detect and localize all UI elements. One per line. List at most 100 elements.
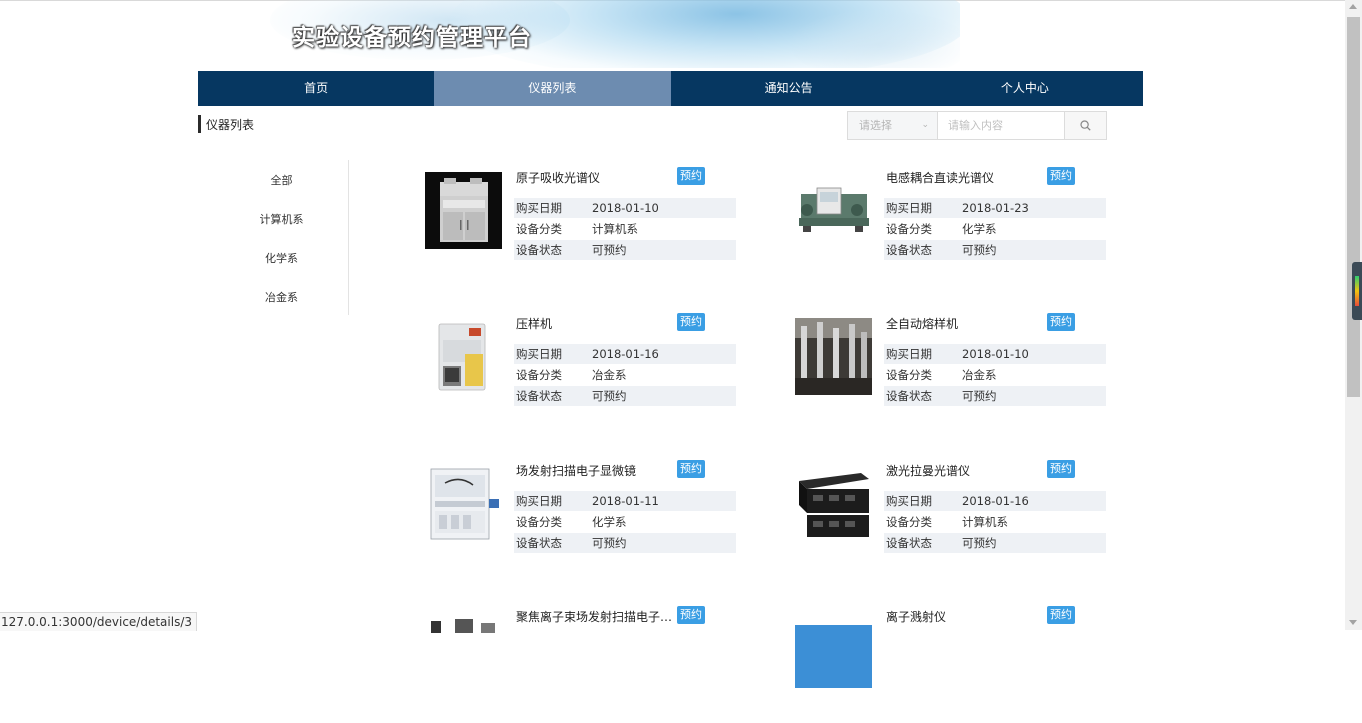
- category-all[interactable]: 全部: [215, 172, 348, 188]
- search-bar: 请选择 ⌄: [847, 111, 1107, 140]
- category-value: 计算机系: [962, 515, 1008, 529]
- device-card: 场发射扫描电子显微镜 预约 购买日期 2018-01-11 设备分类 化学系 设备状…: [425, 460, 737, 577]
- device-name[interactable]: 离子溅射仪: [886, 608, 1044, 625]
- purchase-date-value: 2018-01-23: [962, 201, 1029, 215]
- nav-home[interactable]: 首页: [198, 71, 434, 106]
- purchase-date-value: 2018-01-10: [592, 201, 659, 215]
- device-card: 离子溅射仪 预约: [795, 606, 1107, 723]
- category-row: 设备分类 化学系: [514, 512, 736, 532]
- nav-profile[interactable]: 个人中心: [907, 71, 1143, 106]
- status-label: 设备状态: [516, 536, 562, 550]
- section-title: 仪器列表: [206, 118, 255, 132]
- nav-notices[interactable]: 通知公告: [671, 71, 907, 106]
- status-value: 可预约: [592, 243, 627, 257]
- purchase-date-label: 购买日期: [516, 201, 562, 215]
- device-image[interactable]: [795, 318, 872, 395]
- purchase-date-row: 购买日期 2018-01-16: [514, 344, 736, 364]
- browser-status-url: 127.0.0.1:3000/device/details/3: [0, 612, 197, 631]
- device-name[interactable]: 原子吸收光谱仪: [516, 169, 674, 186]
- book-button[interactable]: 预约: [1047, 460, 1075, 478]
- status-value: 可预约: [962, 389, 997, 403]
- select-placeholder: 请选择: [859, 119, 892, 132]
- device-name[interactable]: 压样机: [516, 315, 674, 332]
- device-name[interactable]: 场发射扫描电子显微镜: [516, 462, 674, 479]
- category-metallurgy[interactable]: 冶金系: [215, 289, 348, 305]
- category-row: 设备分类 化学系: [884, 219, 1106, 239]
- category-label: 设备分类: [516, 515, 562, 529]
- purchase-date-row: 购买日期 2018-01-23: [884, 198, 1106, 218]
- category-sidebar: 全部 计算机系 化学系 冶金系: [215, 160, 349, 315]
- device-name[interactable]: 全自动熔样机: [886, 315, 1044, 332]
- category-label: 设备分类: [886, 368, 932, 382]
- status-value: 可预约: [592, 389, 627, 403]
- purchase-date-label: 购买日期: [886, 347, 932, 361]
- status-label: 设备状态: [886, 389, 932, 403]
- book-button[interactable]: 预约: [677, 313, 705, 331]
- device-card: 压样机 预约 购买日期 2018-01-16 设备分类 冶金系 设备状态 可预约: [425, 313, 737, 430]
- status-row: 设备状态 可预约: [884, 533, 1106, 553]
- book-button[interactable]: 预约: [1047, 167, 1075, 185]
- book-button[interactable]: 预约: [1047, 606, 1075, 624]
- status-row: 设备状态 可预约: [514, 386, 736, 406]
- category-label: 设备分类: [516, 368, 562, 382]
- status-value: 可预约: [962, 243, 997, 257]
- device-image[interactable]: [795, 611, 872, 688]
- scroll-down-arrow-icon[interactable]: [1349, 620, 1357, 625]
- device-image[interactable]: [425, 465, 502, 542]
- purchase-date-value: 2018-01-16: [962, 494, 1029, 508]
- book-button[interactable]: 预约: [677, 460, 705, 478]
- nav-device-list[interactable]: 仪器列表: [434, 71, 671, 106]
- site-title: 实验设备预约管理平台: [292, 25, 532, 51]
- purchase-date-row: 购买日期 2018-01-10: [514, 198, 736, 218]
- chevron-down-icon: ⌄: [921, 120, 929, 130]
- section-marker: [198, 115, 201, 133]
- book-button[interactable]: 预约: [677, 606, 705, 624]
- scroll-up-arrow-icon[interactable]: [1349, 4, 1357, 9]
- search-input[interactable]: [938, 112, 1064, 139]
- scrollbar-thumb[interactable]: [1347, 17, 1360, 397]
- status-row: 设备状态 可预约: [514, 240, 736, 260]
- category-value: 冶金系: [592, 368, 627, 382]
- category-value: 化学系: [962, 222, 997, 236]
- purchase-date-label: 购买日期: [886, 494, 932, 508]
- device-name[interactable]: 电感耦合直读光谱仪: [886, 169, 1044, 186]
- purchase-date-label: 购买日期: [516, 347, 562, 361]
- status-label: 设备状态: [886, 536, 932, 550]
- category-computer[interactable]: 计算机系: [215, 211, 348, 227]
- purchase-date-value: 2018-01-16: [592, 347, 659, 361]
- status-label: 设备状态: [516, 243, 562, 257]
- device-image[interactable]: [795, 465, 872, 542]
- status-row: 设备状态 可预约: [884, 240, 1106, 260]
- purchase-date-row: 购买日期 2018-01-11: [514, 491, 736, 511]
- category-label: 设备分类: [886, 515, 932, 529]
- category-chemistry[interactable]: 化学系: [215, 250, 348, 266]
- device-image[interactable]: [425, 611, 502, 688]
- category-value: 计算机系: [592, 222, 638, 236]
- search-category-select[interactable]: 请选择 ⌄: [848, 112, 938, 139]
- device-name[interactable]: 激光拉曼光谱仪: [886, 462, 1044, 479]
- category-label: 设备分类: [516, 222, 562, 236]
- device-name[interactable]: 聚焦离子束场发射扫描电子显微镜: [516, 608, 674, 625]
- device-image[interactable]: [795, 172, 872, 249]
- category-value: 冶金系: [962, 368, 997, 382]
- device-card: 电感耦合直读光谱仪 预约 购买日期 2018-01-23 设备分类 化学系 设备状态…: [795, 167, 1107, 284]
- purchase-date-row: 购买日期 2018-01-10: [884, 344, 1106, 364]
- device-card: 全自动熔样机 预约 购买日期 2018-01-10 设备分类 冶金系 设备状态 可预约: [795, 313, 1107, 430]
- status-row: 设备状态 可预约: [884, 386, 1106, 406]
- book-button[interactable]: 预约: [677, 167, 705, 185]
- side-widget-handle[interactable]: [1352, 262, 1362, 320]
- main-nav: 首页 仪器列表 通知公告 个人中心: [198, 71, 1143, 106]
- device-image[interactable]: [425, 172, 502, 249]
- category-row: 设备分类 计算机系: [514, 219, 736, 239]
- device-card: 原子吸收光谱仪 预约 购买日期 2018-01-10 设备分类 计算机系 设备状态 可…: [425, 167, 737, 284]
- device-image[interactable]: [425, 318, 502, 395]
- status-row: 设备状态 可预约: [514, 533, 736, 553]
- purchase-date-value: 2018-01-11: [592, 494, 659, 508]
- category-row: 设备分类 冶金系: [884, 365, 1106, 385]
- status-label: 设备状态: [886, 243, 932, 257]
- search-button[interactable]: [1064, 112, 1106, 139]
- book-button[interactable]: 预约: [1047, 313, 1075, 331]
- category-label: 设备分类: [886, 222, 932, 236]
- device-card: 激光拉曼光谱仪 预约 购买日期 2018-01-16 设备分类 计算机系 设备状态 可…: [795, 460, 1107, 577]
- purchase-date-label: 购买日期: [516, 494, 562, 508]
